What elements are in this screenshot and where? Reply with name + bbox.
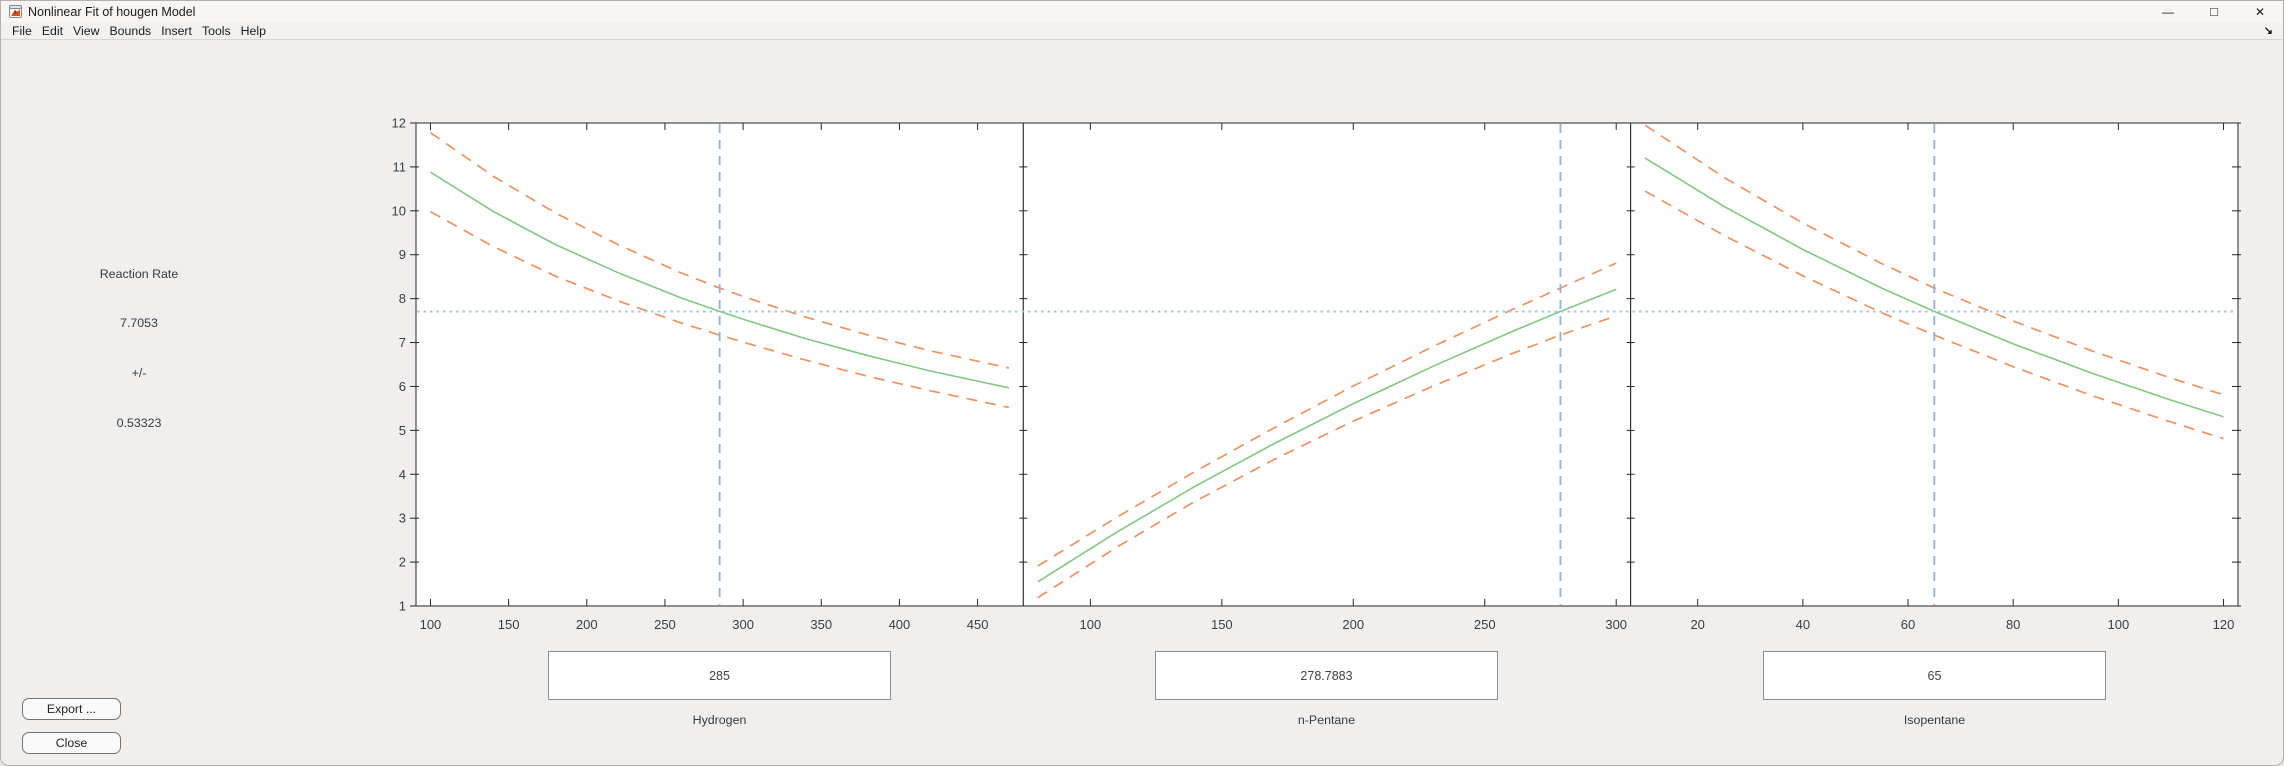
tick-label: 4 xyxy=(399,467,406,482)
hydrogen-input[interactable] xyxy=(548,651,891,700)
response-label: Reaction Rate xyxy=(99,267,179,281)
tick-label: 100 xyxy=(1080,617,1102,632)
tick-label: 200 xyxy=(576,617,598,632)
tick-label: 40 xyxy=(1796,617,1810,632)
tick-label: 400 xyxy=(889,617,911,632)
tick-label: 350 xyxy=(810,617,832,632)
hydrogen-label: Hydrogen xyxy=(692,713,747,727)
tick-label: 7 xyxy=(399,335,406,350)
tick-label: 250 xyxy=(654,617,676,632)
tick-label: 1 xyxy=(399,599,406,614)
nlintool-window: Nonlinear Fit of hougen Model — □ ✕ File… xyxy=(0,0,2284,766)
confidence-interval-value: 0.53323 xyxy=(116,416,162,430)
tick-label: 80 xyxy=(2006,617,2020,632)
tick-label: 9 xyxy=(399,247,406,262)
n-pentane-input[interactable] xyxy=(1155,651,1498,700)
isopentane-input[interactable] xyxy=(1763,651,2106,700)
tick-label: 3 xyxy=(399,511,406,526)
predicted-value: 7.7053 xyxy=(120,316,158,330)
isopentane-label: Isopentane xyxy=(1903,713,1966,727)
tick-label: 450 xyxy=(967,617,989,632)
tick-label: 100 xyxy=(2108,617,2130,632)
tick-label: 150 xyxy=(1211,617,1233,632)
tick-label: 150 xyxy=(498,617,520,632)
n-pentane-label: n-Pentane xyxy=(1297,713,1356,727)
tick-label: 10 xyxy=(392,203,406,218)
tick-label: 100 xyxy=(420,617,442,632)
close-button[interactable]: Close xyxy=(22,732,121,754)
tick-label: 300 xyxy=(1605,617,1627,632)
tick-label: 12 xyxy=(392,116,406,131)
tick-label: 120 xyxy=(2213,617,2235,632)
plus-minus-label: +/- xyxy=(131,366,147,380)
tick-label: 200 xyxy=(1342,617,1364,632)
export-button[interactable]: Export ... xyxy=(22,698,121,720)
tick-label: 11 xyxy=(393,159,407,174)
tick-label: 300 xyxy=(732,617,754,632)
tick-label: 2 xyxy=(399,555,406,570)
tick-label: 20 xyxy=(1690,617,1704,632)
tick-label: 250 xyxy=(1474,617,1496,632)
tick-label: 60 xyxy=(1901,617,1915,632)
tick-label: 6 xyxy=(399,379,406,394)
tick-label: 8 xyxy=(399,291,406,306)
tick-label: 5 xyxy=(399,423,406,438)
